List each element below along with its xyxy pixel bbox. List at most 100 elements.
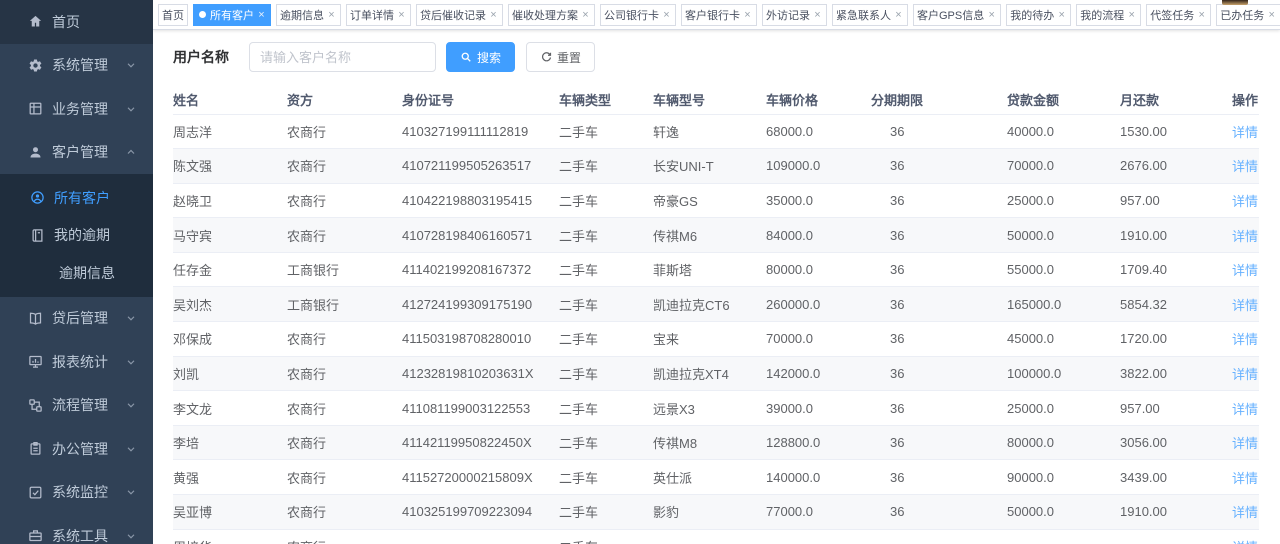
sidebar-item-8[interactable]: 系统监控 (0, 471, 153, 515)
sidebar-item-label: 贷后管理 (52, 308, 108, 328)
close-icon[interactable]: × (661, 9, 672, 21)
table-row: 吴刘杰工商银行412724199309175190二手车凯迪拉克CT626000… (173, 287, 1259, 322)
detail-link[interactable]: 详情 (1232, 298, 1258, 313)
detail-link[interactable]: 详情 (1232, 505, 1258, 520)
sidebar-subitem-3-2[interactable]: 逾期信息 (0, 254, 153, 292)
tab-13[interactable]: 代签任务× (1146, 4, 1211, 26)
avatar[interactable] (1222, 0, 1248, 5)
tab-4[interactable]: 贷后催收记录× (416, 4, 503, 26)
tab-label: 公司银行卡 (604, 7, 659, 23)
tab-12[interactable]: 我的流程× (1076, 4, 1141, 26)
table-row: 黄强农商行41152720000215809X二手车英仕派140000.0369… (173, 460, 1259, 495)
detail-link[interactable]: 详情 (1232, 402, 1258, 417)
cell: 36 (871, 495, 1007, 530)
tab-1[interactable]: 所有客户× (193, 4, 271, 26)
close-icon[interactable]: × (580, 9, 591, 21)
sidebar-item-6[interactable]: 流程管理 (0, 384, 153, 428)
close-icon[interactable]: × (488, 9, 499, 21)
detail-link[interactable]: 详情 (1232, 159, 1258, 174)
detail-link[interactable]: 详情 (1232, 229, 1258, 244)
cell: 3822.00 (1120, 356, 1232, 391)
sidebar-subitem-3-0[interactable]: 所有客户 (0, 179, 153, 217)
close-icon[interactable]: × (396, 9, 407, 21)
cell: 3056.00 (1120, 425, 1232, 460)
cell: 轩逸 (653, 114, 766, 149)
actions-cell: 详情 (1232, 495, 1259, 530)
tab-5[interactable]: 催收处理方案× (508, 4, 595, 26)
actions-cell: 详情 (1232, 252, 1259, 287)
detail-link[interactable]: 详情 (1232, 125, 1258, 140)
cell: 菲斯塔 (653, 252, 766, 287)
gear-icon (28, 58, 43, 73)
close-icon[interactable]: × (1266, 9, 1277, 21)
search-button[interactable]: 搜索 (446, 42, 515, 72)
sidebar-item-2[interactable]: 业务管理 (0, 87, 153, 131)
column-header-9: 操作 (1232, 85, 1259, 114)
close-icon[interactable]: × (986, 9, 997, 21)
cell (871, 529, 1007, 544)
cell: 马守宾 (173, 218, 287, 253)
tab-label: 逾期信息 (280, 7, 324, 23)
detail-link[interactable]: 详情 (1232, 332, 1258, 347)
tab-10[interactable]: 客户GPS信息× (913, 4, 1001, 26)
sidebar-item-7[interactable]: 办公管理 (0, 427, 153, 471)
cell (653, 529, 766, 544)
tab-14[interactable]: 已办任务× (1216, 4, 1280, 26)
tab-8[interactable]: 外访记录× (762, 4, 827, 26)
cell: 36 (871, 391, 1007, 426)
sidebar-item-0[interactable]: 首页 (0, 0, 153, 44)
cell: 农商行 (287, 183, 402, 218)
sidebar-subitem-label: 逾期信息 (59, 263, 115, 283)
cell: 二手车 (559, 529, 653, 544)
close-icon[interactable]: × (1126, 9, 1137, 21)
sidebar-item-label: 报表统计 (52, 352, 108, 372)
tab-label: 紧急联系人 (836, 7, 891, 23)
cell: 36 (871, 356, 1007, 391)
tab-7[interactable]: 客户银行卡× (681, 4, 757, 26)
tab-0[interactable]: 首页 (158, 4, 188, 26)
cell: 传祺M8 (653, 425, 766, 460)
column-header-8: 月还款 (1120, 85, 1232, 114)
detail-link[interactable]: 详情 (1232, 263, 1258, 278)
sidebar-item-label: 系统监控 (52, 482, 108, 502)
sidebar-item-1[interactable]: 系统管理 (0, 44, 153, 88)
cell: 农商行 (287, 356, 402, 391)
tab-2[interactable]: 逾期信息× (276, 4, 341, 26)
sidebar-item-label: 系统管理 (52, 55, 108, 75)
sidebar-item-5[interactable]: 报表统计 (0, 340, 153, 384)
sidebar-subitem-3-1[interactable]: 我的逾期 (0, 217, 153, 255)
sidebar-item-label: 客户管理 (52, 142, 108, 162)
tab-6[interactable]: 公司银行卡× (600, 4, 676, 26)
detail-link[interactable]: 详情 (1232, 194, 1258, 209)
cell: 周培华 (173, 529, 287, 544)
close-icon[interactable]: × (1056, 9, 1067, 21)
sidebar-item-4[interactable]: 贷后管理 (0, 297, 153, 341)
tab-9[interactable]: 紧急联系人× (832, 4, 908, 26)
sidebar-item-9[interactable]: 系统工具 (0, 514, 153, 544)
close-icon[interactable]: × (326, 9, 337, 21)
table-row: 任存金工商银行411402199208167372二手车菲斯塔80000.036… (173, 252, 1259, 287)
cell: 36 (871, 183, 1007, 218)
detail-link[interactable]: 详情 (1232, 540, 1258, 544)
search-input[interactable] (249, 42, 436, 72)
cell: 农商行 (287, 529, 402, 544)
close-icon[interactable]: × (742, 9, 753, 21)
close-icon[interactable]: × (256, 9, 267, 21)
cell: 45000.0 (1007, 322, 1120, 357)
detail-link[interactable]: 详情 (1232, 436, 1258, 451)
cell: 36 (871, 252, 1007, 287)
close-icon[interactable]: × (812, 9, 823, 21)
sidebar-item-3[interactable]: 客户管理 (0, 131, 153, 175)
detail-link[interactable]: 详情 (1232, 367, 1258, 382)
actions-cell: 详情 (1232, 183, 1259, 218)
chevron-down-icon (125, 59, 137, 71)
actions-cell: 详情 (1232, 356, 1259, 391)
tab-11[interactable]: 我的待办× (1006, 4, 1071, 26)
detail-link[interactable]: 详情 (1232, 471, 1258, 486)
close-icon[interactable]: × (893, 9, 904, 21)
cell: 410422198803195415 (402, 183, 559, 218)
reset-button[interactable]: 重置 (526, 42, 595, 72)
cell: 凯迪拉克XT4 (653, 356, 766, 391)
tab-3[interactable]: 订单详情× (346, 4, 411, 26)
close-icon[interactable]: × (1196, 9, 1207, 21)
